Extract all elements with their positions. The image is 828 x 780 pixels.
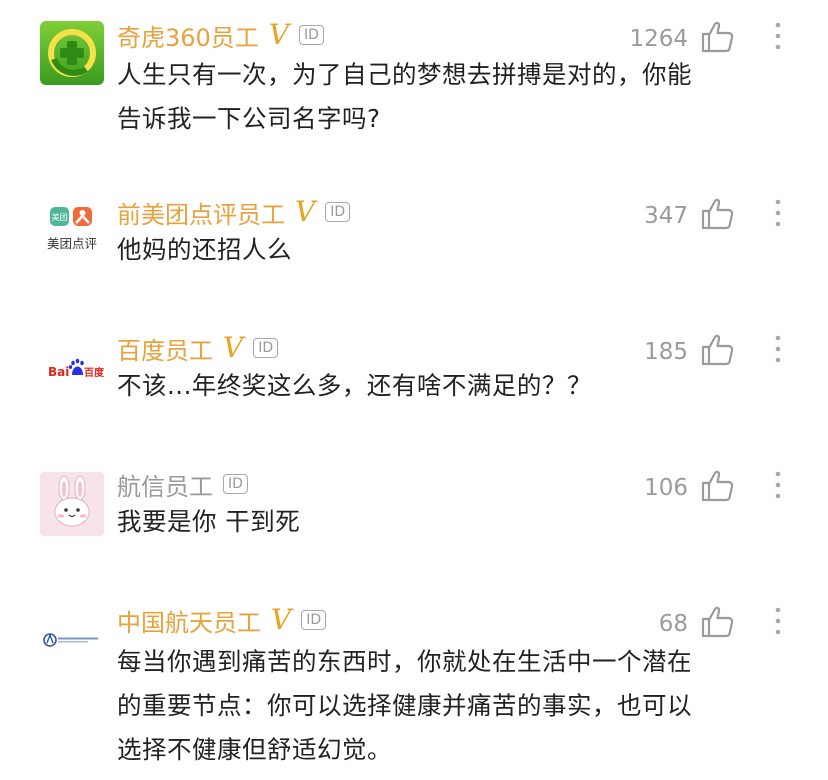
username[interactable]: 中国航天员工 [117,603,261,638]
like-button[interactable] [700,605,736,639]
comment-text: 他妈的还招人么 [117,235,292,264]
id-badge: ID [253,338,279,358]
avatar-meituan[interactable]: 美团 美团点评 [40,198,104,262]
username[interactable]: 航信员工 [117,467,213,502]
verified-badge: V [268,18,290,51]
more-options-button[interactable] [768,605,788,639]
more-vertical-icon [775,335,781,363]
comment-header: 航信员工 ID [117,466,248,502]
username[interactable]: 奇虎360员工 [117,18,259,53]
like-count: 347 [644,203,688,229]
baidu-word-left: Bai [48,365,69,379]
like-button[interactable] [700,197,736,231]
comment-header: 百度员工 V ID [117,330,279,366]
more-options-button[interactable] [768,20,788,54]
like-button[interactable] [700,469,736,503]
more-vertical-icon [775,22,781,50]
comment-header: 奇虎360员工 V ID [117,17,324,53]
more-options-button[interactable] [768,333,788,367]
thumbs-up-icon [701,606,734,638]
thumbs-up-icon [701,334,734,366]
like-count: 1264 [629,26,688,52]
thumbs-up-icon [701,198,734,230]
thumbs-up-icon [701,470,734,502]
bunny-avatar-icon [40,472,104,536]
baidu-word-right: 百度 [84,366,104,379]
comment-text: 人生只有一次，为了自己的梦想去拼搏是对的，你能告诉我一下公司名字吗? [117,60,692,133]
comment-text: 我要是你 干到死 [117,507,301,536]
more-options-button[interactable] [768,197,788,231]
comment-header: 前美团点评员工 V ID [117,194,351,230]
like-count: 68 [658,611,688,637]
id-badge: ID [301,610,327,630]
id-badge: ID [299,25,324,45]
360-security-icon [40,21,104,85]
id-badge: ID [325,202,351,222]
username[interactable]: 前美团点评员工 [117,195,285,230]
comment-text: 不该...年终奖这么多，还有啥不满足的？？ [117,371,592,400]
more-vertical-icon [775,607,781,635]
like-button[interactable] [700,333,736,367]
verified-badge: V [271,603,292,636]
meituan-dianping-logo: 美团 美团点评 [40,198,104,262]
like-count: 185 [644,339,688,365]
china-aerospace-logo [40,608,104,672]
like-count: 106 [644,475,688,501]
comment-text: 每当你遇到痛苦的东西时，你就处在生活中一个潜在的重要节点：你可以选择健康并痛苦的… [117,647,692,764]
more-vertical-icon [775,199,781,227]
avatar-baidu[interactable]: Bai 百度 [40,335,104,399]
comment-header: 中国航天员工 V ID [117,602,327,638]
baidu-logo: Bai 百度 [40,335,104,399]
thumbs-up-icon [701,21,734,53]
avatar-aerospace[interactable] [40,608,104,672]
more-options-button[interactable] [768,469,788,503]
avatar-caption: 美团点评 [47,236,97,251]
verified-badge: V [223,331,244,364]
id-badge: ID [223,474,248,494]
username[interactable]: 百度员工 [117,331,213,366]
avatar-360[interactable] [40,21,104,85]
like-button[interactable] [700,20,736,54]
more-vertical-icon [775,471,781,499]
avatar-bunny[interactable] [40,472,104,536]
verified-badge: V [295,195,316,228]
meituan-mark-text: 美团 [52,212,68,222]
